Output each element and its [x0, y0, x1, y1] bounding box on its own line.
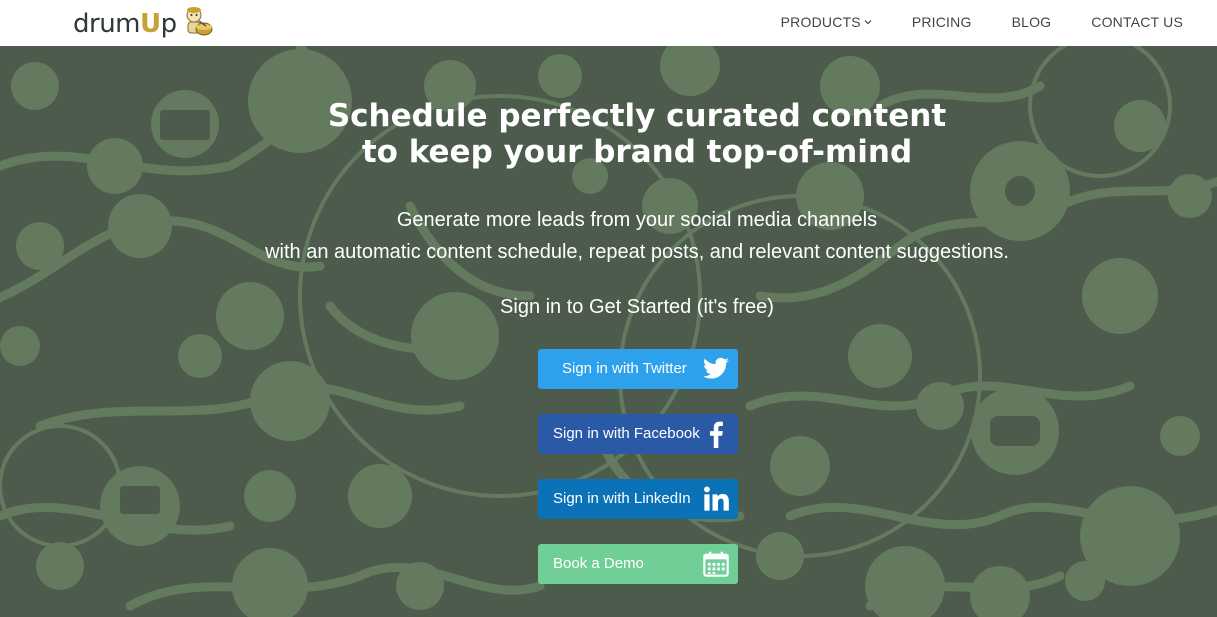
nav-pricing[interactable]: PRICING [912, 14, 972, 30]
headline-line-2: to keep your brand top-of-mind [361, 134, 913, 170]
linkedin-button-label: Sign in with LinkedIn [553, 490, 691, 507]
hero-subheadline: Generate more leads from your social med… [0, 204, 1217, 268]
nav-products[interactable]: PRODUCTS [781, 14, 872, 30]
nav-blog[interactable]: BLOG [1012, 14, 1052, 30]
headline-line-1: Schedule perfectly curated content [327, 98, 947, 134]
hero-section: Schedule perfectly curated content to ke… [0, 46, 1217, 617]
drumup-logo[interactable]: drumUp [73, 5, 215, 43]
subheadline-line-2: with an automatic content schedule, repe… [265, 241, 1009, 263]
hero-headline: Schedule perfectly curated content to ke… [0, 98, 1217, 170]
facebook-f-icon [709, 421, 723, 448]
demo-button-label: Book a Demo [553, 555, 644, 572]
logo-wordmark: drumUp [73, 9, 177, 39]
book-demo-button[interactable]: Book a Demo [538, 544, 738, 584]
nav-products-label: PRODUCTS [780, 14, 861, 30]
mascot-icon [186, 7, 213, 36]
subheadline-line-1: Generate more leads from your social med… [396, 209, 878, 231]
sign-in-facebook-button[interactable]: Sign in with Facebook [538, 414, 738, 454]
nav-contact-us[interactable]: CONTACT US [1091, 14, 1183, 30]
chevron-down-icon [864, 20, 872, 25]
linkedin-in-icon [704, 486, 729, 511]
main-nav: PRODUCTS PRICING BLOG CONTACT US [781, 14, 1183, 30]
facebook-button-label: Sign in with Facebook [553, 425, 700, 442]
sign-in-linkedin-button[interactable]: Sign in with LinkedIn [538, 479, 738, 519]
cta-label: Sign in to Get Started (it's free) [500, 296, 774, 318]
twitter-bird-icon [703, 357, 729, 379]
twitter-button-label: Sign in with Twitter [562, 360, 687, 377]
calendar-icon [703, 551, 729, 577]
sign-in-twitter-button[interactable]: Sign in with Twitter [538, 349, 738, 389]
top-navbar: drumUp PRODUCTS PRICING BLOG CONTACT US [0, 0, 1217, 46]
